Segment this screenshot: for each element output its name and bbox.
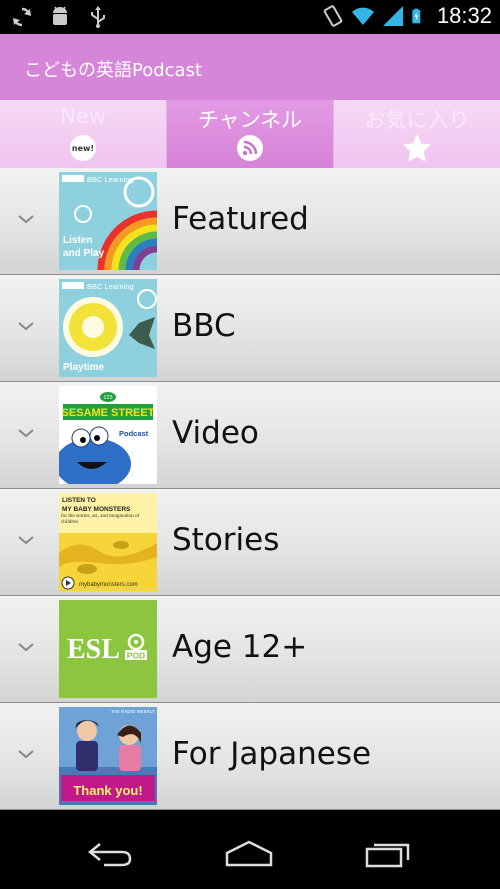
app-title: こどもの英語Podcast [24, 60, 203, 81]
chevron-down-icon[interactable] [14, 746, 38, 762]
channel-label: Age 12+ [172, 629, 308, 665]
vibrate-icon [323, 5, 343, 27]
back-icon[interactable] [84, 838, 134, 868]
tab-bar: New new! チャンネル お気に入り [0, 100, 500, 168]
channel-thumbnail: ESL POD [59, 600, 157, 698]
channel-thumbnail: BBC Learning Playtime [59, 279, 157, 377]
svg-text:LISTEN TO: LISTEN TO [62, 497, 96, 504]
svg-text:ESL: ESL [67, 634, 120, 665]
tab-favorites[interactable]: お気に入り [334, 100, 500, 168]
tab-label: New [60, 104, 106, 128]
channel-label: Featured [172, 201, 309, 237]
channel-list: BBC Learning Listen and Play Featured BB… [0, 168, 500, 810]
status-bar: 18:32 [0, 0, 500, 34]
usb-icon [91, 6, 105, 28]
tab-label: お気に入り [364, 108, 470, 132]
svg-text:123: 123 [103, 395, 112, 401]
channel-label: For Japanese [172, 736, 372, 772]
svg-text:BBC Learning: BBC Learning [87, 282, 134, 291]
clock: 18:32 [436, 3, 492, 28]
chevron-down-icon[interactable] [14, 425, 38, 441]
channel-row-age12[interactable]: ESL POD Age 12+ [0, 596, 500, 703]
tab-channel[interactable]: チャンネル [167, 100, 334, 168]
channel-row-for-japanese[interactable]: THE RADIO WEEKLY Thank you! For Japanese [0, 703, 500, 810]
svg-text:mybabymonsters.com: mybabymonsters.com [79, 582, 138, 588]
chevron-down-icon[interactable] [14, 318, 38, 334]
channel-row-bbc[interactable]: BBC Learning Playtime BBC [0, 275, 500, 382]
channel-row-featured[interactable]: BBC Learning Listen and Play Featured [0, 168, 500, 275]
channel-label: Video [172, 415, 259, 451]
channel-row-video[interactable]: 123 SESAME STREET Podcast Video [0, 382, 500, 489]
svg-text:new!: new! [72, 144, 94, 153]
tab-new[interactable]: New new! [0, 100, 167, 168]
channel-thumbnail: THE RADIO WEEKLY Thank you! [59, 707, 157, 805]
new-badge-icon: new! [70, 135, 96, 161]
recents-icon[interactable] [364, 838, 414, 868]
svg-text:MY BABY MONSTERS: MY BABY MONSTERS [62, 506, 131, 513]
svg-text:Playtime: Playtime [63, 362, 105, 373]
channel-label: Stories [172, 522, 280, 558]
home-icon[interactable] [224, 838, 274, 868]
battery-charging-icon [412, 8, 421, 24]
android-debug-icon [53, 6, 67, 25]
signal-icon [382, 6, 403, 26]
svg-text:Thank you!: Thank you! [73, 783, 142, 798]
chevron-down-icon[interactable] [14, 532, 38, 548]
wifi-icon [351, 7, 374, 25]
channel-thumbnail: 123 SESAME STREET Podcast [59, 386, 157, 484]
chevron-down-icon[interactable] [14, 639, 38, 655]
navigation-bar [0, 810, 500, 889]
star-icon [404, 135, 430, 161]
svg-text:and Play: and Play [63, 248, 105, 259]
svg-text:THE RADIO WEEKLY: THE RADIO WEEKLY [111, 709, 155, 714]
svg-text:SESAME STREET: SESAME STREET [62, 407, 155, 419]
channel-thumbnail: LISTEN TO MY BABY MONSTERS for the stori… [59, 493, 157, 591]
channel-thumbnail: BBC Learning Listen and Play [59, 172, 157, 270]
svg-text:Listen: Listen [63, 235, 92, 246]
sync-icon [13, 7, 31, 27]
channel-row-stories[interactable]: LISTEN TO MY BABY MONSTERS for the stori… [0, 489, 500, 596]
svg-text:BBC Learning: BBC Learning [87, 175, 134, 184]
rss-icon [237, 135, 263, 161]
channel-label: BBC [172, 308, 236, 344]
chevron-down-icon[interactable] [14, 211, 38, 227]
svg-text:Podcast: Podcast [119, 429, 149, 438]
tab-label: チャンネル [197, 108, 303, 132]
action-bar: こどもの英語Podcast [0, 34, 500, 100]
svg-text:POD: POD [127, 651, 145, 661]
